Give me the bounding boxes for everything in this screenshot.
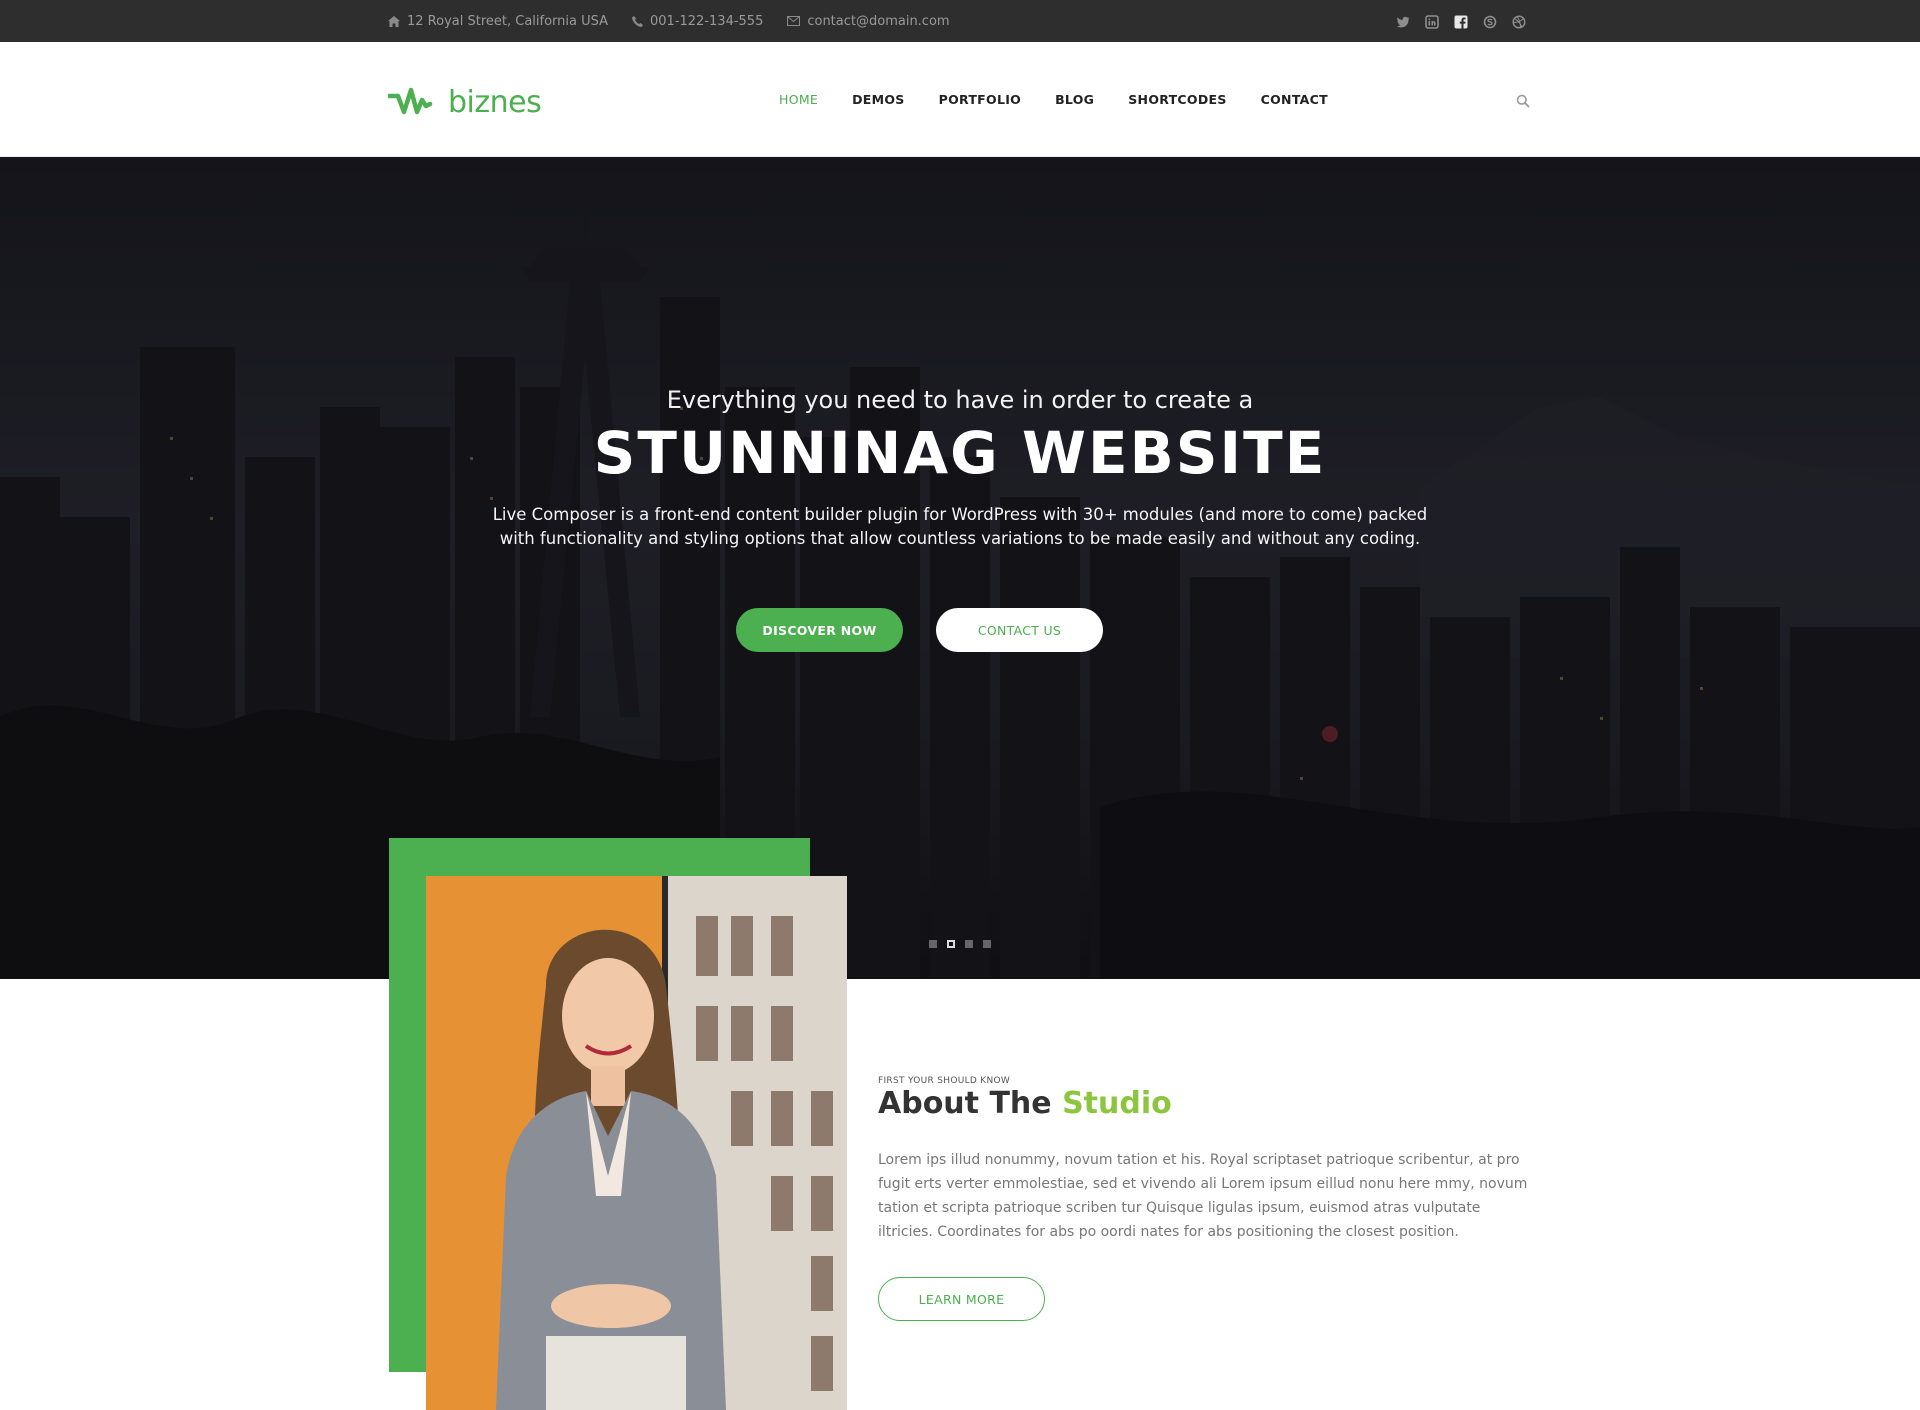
- pulse-logo-icon: [386, 82, 444, 122]
- email-item[interactable]: contact@domain.com: [787, 13, 950, 29]
- slider-dots: [929, 940, 991, 948]
- contact-us-button[interactable]: CONTACT US: [936, 608, 1103, 652]
- about-title: About The Studio: [878, 1086, 1172, 1121]
- nav-home[interactable]: HOME: [779, 92, 818, 107]
- slider-dot[interactable]: [965, 940, 973, 948]
- logo-text: biznes: [448, 84, 542, 120]
- home-icon: [388, 15, 400, 27]
- phone-icon: [632, 15, 644, 27]
- site-header: biznes HOME DEMOS PORTFOLIO BLOG SHORTCO…: [0, 42, 1920, 157]
- slider-dot[interactable]: [983, 940, 991, 948]
- logo[interactable]: biznes: [386, 82, 542, 122]
- linkedin-icon[interactable]: [1425, 14, 1439, 29]
- learn-more-button[interactable]: LEARN MORE: [878, 1277, 1045, 1321]
- hero-description: Live Composer is a front-end content bui…: [492, 505, 1428, 548]
- phone-text: 001-122-134-555: [650, 13, 764, 29]
- hero-slider: Everything you need to have in order to …: [0, 157, 1920, 979]
- slider-dot[interactable]: [929, 940, 937, 948]
- phone-item[interactable]: 001-122-134-555: [632, 14, 763, 29]
- slider-dot-active[interactable]: [947, 940, 955, 948]
- about-paragraph: Lorem ips illud nonummy, novum tation et…: [878, 1152, 1528, 1240]
- hero-title: STUNNINAG WEBSITE: [593, 419, 1327, 487]
- about-pretitle: FIRST YOUR SHOULD KNOW: [878, 1076, 1011, 1086]
- contact-info: 12 Royal Street, California USA 001-122-…: [388, 0, 950, 42]
- nav-shortcodes[interactable]: SHORTCODES: [1128, 92, 1226, 107]
- envelope-icon: [787, 16, 801, 26]
- search-icon[interactable]: [1516, 93, 1530, 108]
- main-nav: HOME DEMOS PORTFOLIO BLOG SHORTCODES CON…: [779, 42, 1328, 157]
- facebook-icon[interactable]: [1454, 14, 1468, 29]
- address-text: 12 Royal Street, California USA: [407, 13, 609, 29]
- top-bar: 12 Royal Street, California USA 001-122-…: [0, 0, 1920, 42]
- nav-portfolio[interactable]: PORTFOLIO: [939, 92, 1022, 107]
- social-links: [1396, 0, 1526, 42]
- discover-now-button[interactable]: DISCOVER NOW: [736, 608, 903, 652]
- nav-contact[interactable]: CONTACT: [1261, 92, 1328, 107]
- about-title-accent: Studio: [1062, 1086, 1172, 1121]
- hero-overlay: [0, 157, 1920, 979]
- nav-blog[interactable]: BLOG: [1055, 92, 1094, 107]
- skype-icon[interactable]: [1483, 14, 1497, 29]
- about-title-main: About The: [878, 1086, 1052, 1121]
- twitter-icon[interactable]: [1396, 14, 1410, 28]
- dribbble-icon[interactable]: [1512, 14, 1526, 29]
- email-text: contact@domain.com: [807, 13, 950, 29]
- address-item: 12 Royal Street, California USA: [388, 14, 608, 29]
- hero-subtitle: Everything you need to have in order to …: [666, 386, 1254, 414]
- nav-demos[interactable]: DEMOS: [852, 92, 904, 107]
- portrait-photo: [426, 876, 847, 1410]
